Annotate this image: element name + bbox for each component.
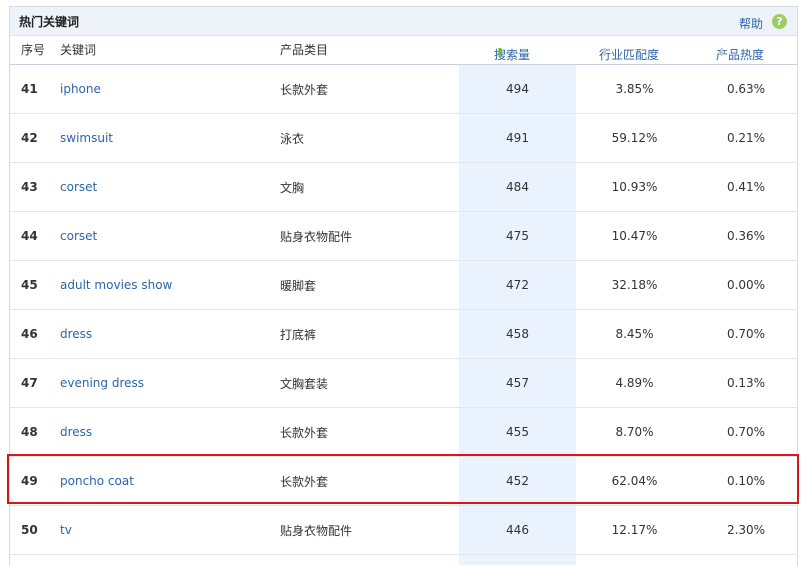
row-search-volume: 455	[506, 425, 529, 439]
sort-down-inactive-icon: ⬇	[600, 46, 610, 59]
row-product-heat: 0.36%	[726, 229, 766, 243]
keyword-link[interactable]: iphone	[60, 82, 101, 96]
row-index: 50	[21, 523, 38, 537]
table-row: 43 corset 文胸 484 10.93% 0.41%	[10, 163, 797, 212]
row-category: 暖脚套	[280, 279, 317, 293]
help-link[interactable]: 帮助	[739, 15, 763, 32]
sort-down-inactive-icon: ⬇	[717, 46, 727, 59]
help-icon[interactable]: ?	[772, 14, 787, 29]
row-index: 45	[21, 278, 38, 292]
row-industry-match: 32.18%	[611, 278, 658, 292]
table-row: 45 adult movies show 暖脚套 472 32.18% 0.00…	[10, 261, 797, 310]
row-product-heat: 2.30%	[726, 523, 766, 537]
row-category: 长款外套	[280, 426, 329, 440]
row-category: 长款外套	[280, 83, 329, 97]
table-row: 47 evening dress 文胸套装 457 4.89% 0.13%	[10, 359, 797, 408]
row-index: 44	[21, 229, 38, 243]
keyword-link[interactable]: dress	[60, 425, 92, 439]
row-category: 泳衣	[280, 132, 305, 146]
keyword-link[interactable]: corset	[60, 229, 97, 243]
header-keyword: 关键词	[60, 43, 97, 57]
keyword-link[interactable]: evening dress	[60, 376, 144, 390]
table-row: 48 dress 长款外套 455 8.70% 0.70%	[10, 408, 797, 457]
row-industry-match: 8.70%	[615, 425, 654, 439]
row-search-volume: 457	[506, 376, 529, 390]
row-search-volume: 458	[506, 327, 529, 341]
row-index: 48	[21, 425, 38, 439]
keyword-link[interactable]: tv	[60, 523, 72, 537]
row-search-volume: 472	[506, 278, 529, 292]
row-search-volume: 446	[506, 523, 529, 537]
header-index: 序号	[21, 43, 46, 57]
row-category: 贴身衣物配件	[280, 230, 353, 244]
row-industry-match: 8.45%	[615, 327, 654, 341]
row-product-heat: 0.70%	[726, 425, 766, 439]
sort-down-active-icon: ⬇	[495, 46, 505, 59]
row-category: 打底裤	[280, 328, 317, 342]
row-product-heat: 0.70%	[726, 327, 766, 341]
table-row: 44 corset 贴身衣物配件 475 10.47% 0.36%	[10, 212, 797, 261]
row-industry-match: 3.85%	[615, 82, 654, 96]
row-product-heat: 0.13%	[726, 376, 766, 390]
row-product-heat: 0.41%	[726, 180, 766, 194]
table-row: 50 tv 贴身衣物配件 446 12.17% 2.30%	[10, 506, 797, 555]
row-product-heat: 0.00%	[726, 278, 766, 292]
row-index: 43	[21, 180, 38, 194]
row-industry-match: 10.47%	[611, 229, 658, 243]
row-search-volume: 494	[506, 82, 529, 96]
table-row: 41 iphone 长款外套 494 3.85% 0.63%	[10, 65, 797, 114]
row-index: 46	[21, 327, 38, 341]
row-category: 文胸	[280, 181, 305, 195]
panel-title: 热门关键词	[19, 15, 80, 29]
row-industry-match: 59.12%	[611, 131, 658, 145]
panel-title-bar: 热门关键词 帮助 ?	[10, 7, 797, 36]
row-product-heat: 0.21%	[726, 131, 766, 145]
table-row: 42 swimsuit 泳衣 491 59.12% 0.21%	[10, 114, 797, 163]
row-industry-match: 4.89%	[615, 376, 654, 390]
row-industry-match: 10.93%	[611, 180, 658, 194]
row-category: 文胸套装	[280, 377, 329, 391]
keyword-link[interactable]: dress	[60, 327, 92, 341]
row-index: 41	[21, 82, 38, 96]
row-category: 贴身衣物配件	[280, 524, 353, 538]
row-search-volume: 484	[506, 180, 529, 194]
row-index: 47	[21, 376, 38, 390]
row-product-heat: 0.63%	[726, 82, 766, 96]
keyword-link[interactable]: corset	[60, 180, 97, 194]
row-index: 42	[21, 131, 38, 145]
table-header: 序号 关键词 产品类目 搜索量 ⬇ 行业匹配度 ⬇ 产品热度 ⬇	[10, 36, 797, 65]
keyword-link[interactable]: swimsuit	[60, 131, 113, 145]
header-category: 产品类目	[280, 43, 329, 57]
selection-highlight-box	[7, 454, 799, 504]
row-search-volume: 475	[506, 229, 529, 243]
row-industry-match: 12.17%	[611, 523, 658, 537]
row-search-volume: 491	[506, 131, 529, 145]
table-row: 46 dress 打底裤 458 8.45% 0.70%	[10, 310, 797, 359]
keyword-link[interactable]: adult movies show	[60, 278, 172, 292]
